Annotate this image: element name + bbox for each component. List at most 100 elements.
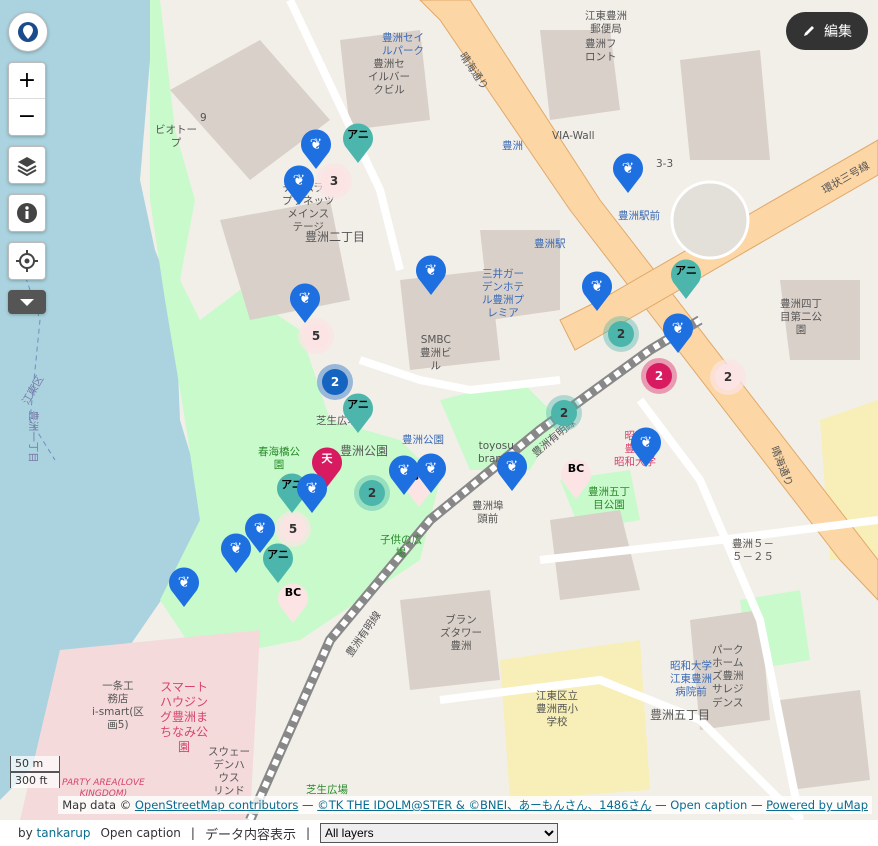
label-smbc: SMBC 豊洲ビ ル bbox=[420, 334, 452, 373]
label-sweden: スウェー デンハ ウス リンド bbox=[208, 746, 250, 798]
attribution-sep: — bbox=[302, 798, 314, 812]
svg-text:❦: ❦ bbox=[622, 159, 635, 177]
map-pin[interactable]: アニ bbox=[341, 390, 375, 434]
butterfly-pin-icon[interactable]: ❦ bbox=[282, 162, 316, 206]
label-smart-housing: スマート ハウジン グ豊洲ま ちなみ公 園 bbox=[160, 680, 209, 754]
map-canvas[interactable]: 豊洲セイ ルパーク 豊洲セ イルバー クビル ビオトー プ 江東豊洲 郵便局 豊… bbox=[0, 0, 878, 820]
butterfly-pin-icon[interactable]: ❦ bbox=[219, 530, 253, 574]
chevron-down-icon bbox=[20, 299, 34, 306]
cluster-count: 2 bbox=[359, 480, 385, 506]
label-ichijo: 一条工 務店 i-smart(区 画5) bbox=[92, 680, 144, 732]
attribution-prefix: Map data © bbox=[62, 798, 132, 812]
label-toyosu-sail: 豊洲セイ ルパーク bbox=[382, 32, 424, 58]
edit-label: 編集 bbox=[824, 24, 852, 40]
edit-button[interactable]: 編集 bbox=[786, 12, 868, 50]
label-toyosu-ekimae: 豊洲駅前 bbox=[618, 210, 660, 222]
cluster-marker[interactable]: 2 bbox=[546, 395, 582, 431]
label-via-wall: VIA-Wall bbox=[552, 130, 595, 142]
butterfly-pin-icon[interactable]: ❦ bbox=[414, 450, 448, 494]
map-pin[interactable]: BC bbox=[276, 580, 310, 624]
cluster-marker[interactable]: 2 bbox=[641, 358, 677, 394]
locate-button[interactable] bbox=[8, 242, 46, 280]
butterfly-pin-icon[interactable]: ❦ bbox=[295, 470, 329, 514]
info-icon bbox=[17, 203, 37, 223]
label-post-office: 江東豊洲 郵便局 bbox=[585, 10, 627, 36]
pin-label: BC bbox=[567, 462, 585, 475]
layers-button[interactable] bbox=[8, 146, 46, 184]
svg-text:❦: ❦ bbox=[230, 539, 243, 557]
cluster-count: 2 bbox=[646, 363, 672, 389]
by-text: by bbox=[18, 826, 33, 840]
pin-label: アニ bbox=[675, 264, 697, 277]
umap-logo-button[interactable] bbox=[8, 12, 48, 52]
footer-open-caption[interactable]: Open caption bbox=[100, 826, 180, 840]
zoom-in-button[interactable]: + bbox=[9, 63, 45, 99]
label-toyosu-1chome: 豊洲一丁目 bbox=[26, 410, 39, 463]
map-pin[interactable]: BC bbox=[559, 456, 593, 500]
label-toyosu-station: 豊洲駅 bbox=[534, 238, 566, 250]
label-park-bus: 豊洲公園 bbox=[402, 434, 444, 446]
attribution-sep: — bbox=[655, 798, 667, 812]
cluster-marker[interactable]: 2 bbox=[354, 475, 390, 511]
svg-text:❦: ❦ bbox=[306, 479, 319, 497]
svg-text:❦: ❦ bbox=[310, 135, 323, 153]
layer-select[interactable]: All layers bbox=[320, 823, 558, 843]
label-nishi-school: 江東区立 豊洲西小 学校 bbox=[536, 690, 578, 729]
more-controls-button[interactable] bbox=[8, 290, 46, 314]
zoom-control: + − bbox=[8, 62, 46, 136]
svg-text:❦: ❦ bbox=[506, 457, 519, 475]
layers-icon bbox=[17, 157, 37, 176]
label-toyosu-bus: 豊洲 bbox=[502, 140, 523, 152]
svg-text:❦: ❦ bbox=[640, 433, 653, 451]
cluster-count: 2 bbox=[551, 400, 577, 426]
butterfly-pin-icon[interactable]: ❦ bbox=[611, 150, 645, 194]
label-toyosu-4: 豊洲四丁 目第二公 園 bbox=[780, 298, 822, 337]
author-link[interactable]: tankarup bbox=[37, 826, 91, 840]
svg-text:❦: ❦ bbox=[425, 459, 438, 477]
powered-by-link[interactable]: Powered by uMap bbox=[766, 798, 868, 812]
label-harumi-bashi: 春海橋公 園 bbox=[258, 446, 300, 472]
pencil-icon bbox=[804, 26, 814, 36]
butterfly-pin-icon[interactable]: ❦ bbox=[288, 280, 322, 324]
butterfly-pin-icon[interactable]: ❦ bbox=[495, 448, 529, 492]
label-kodomo: 子供の広 場 bbox=[380, 534, 422, 560]
butterfly-pin-icon[interactable]: ❦ bbox=[629, 424, 663, 468]
pin-label: 天 bbox=[321, 452, 333, 465]
label-futo: 豊洲埠 頭前 bbox=[472, 500, 504, 526]
data-view-link[interactable]: データ内容表示 bbox=[205, 824, 296, 843]
info-button[interactable] bbox=[8, 194, 46, 232]
map-pin[interactable]: アニ bbox=[341, 120, 375, 164]
open-caption-link[interactable]: Open caption bbox=[670, 798, 747, 812]
credit-link[interactable]: ©TK THE IDOLM@STER & ©BNEI、あーもんさん、1486さん bbox=[317, 798, 651, 812]
svg-text:❦: ❦ bbox=[425, 261, 438, 279]
cluster-marker[interactable]: 2 bbox=[603, 316, 639, 352]
cluster-marker[interactable]: 2 bbox=[710, 359, 746, 395]
attribution: Map data © OpenStreetMap contributors — … bbox=[58, 796, 872, 814]
label-building-33: 3-3 bbox=[656, 158, 674, 170]
zoom-out-button[interactable]: − bbox=[9, 99, 45, 134]
pin-label: アニ bbox=[347, 398, 369, 411]
scale-imperial: 300 ft bbox=[10, 772, 60, 788]
label-toyosu-5chome: 豊洲五丁目 bbox=[650, 708, 711, 722]
osm-link[interactable]: OpenStreetMap contributors bbox=[135, 798, 299, 812]
cluster-count: 5 bbox=[280, 516, 306, 542]
scale-metric: 50 m bbox=[10, 756, 60, 772]
butterfly-pin-icon[interactable]: ❦ bbox=[661, 310, 695, 354]
pin-label: アニ bbox=[347, 128, 369, 141]
svg-text:❦: ❦ bbox=[293, 171, 306, 189]
label-sail-building: 豊洲セ イルバー クビル bbox=[368, 58, 410, 97]
umap-logo-icon bbox=[18, 22, 38, 42]
footer-sep: | bbox=[190, 826, 195, 840]
cluster-count: 2 bbox=[608, 321, 634, 347]
cluster-count: 2 bbox=[715, 364, 741, 390]
svg-text:❦: ❦ bbox=[672, 319, 685, 337]
footer-by: by tankarup bbox=[18, 826, 90, 840]
label-showa-hosp: 昭和大学 江東豊洲 病院前 bbox=[670, 660, 712, 699]
butterfly-pin-icon[interactable]: ❦ bbox=[414, 252, 448, 296]
map-pin[interactable]: アニ bbox=[669, 256, 703, 300]
label-toyosu-park: 豊洲公園 bbox=[340, 444, 389, 458]
butterfly-pin-icon[interactable]: ❦ bbox=[580, 268, 614, 312]
label-park-homes: パーク ホーム ズ豊洲 サレジ デンス bbox=[712, 644, 744, 709]
label-building-9: 9 bbox=[200, 112, 207, 124]
butterfly-pin-icon[interactable]: ❦ bbox=[167, 564, 201, 608]
